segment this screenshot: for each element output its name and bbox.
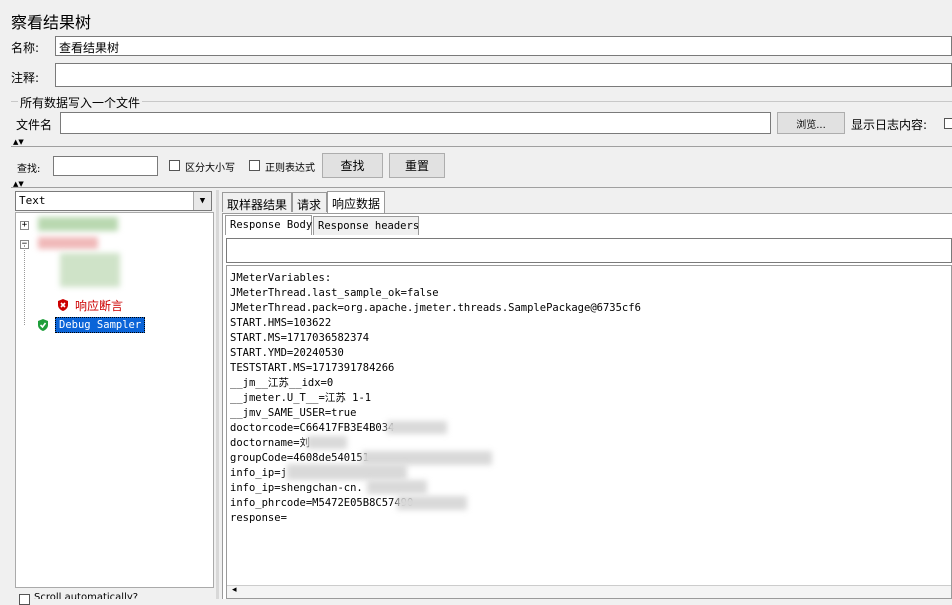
response-line: __jmeter.U_T__=江苏 1-1 bbox=[230, 392, 372, 404]
tree-node-1[interactable]: + bbox=[20, 216, 29, 234]
regex-label: 正则表达式 bbox=[265, 163, 315, 174]
subtab-response-body[interactable]: Response Body bbox=[225, 215, 312, 235]
case-label: 区分大小写 bbox=[185, 163, 235, 174]
horizontal-scrollbar[interactable]: ◂ bbox=[227, 585, 951, 598]
debug-sampler-label: Debug Sampler bbox=[55, 317, 146, 333]
tabs-bar: 取样器结果 请求 响应数据 bbox=[222, 191, 952, 214]
redaction bbox=[387, 421, 447, 434]
response-line: info_ip=shengchan-cn. bbox=[230, 482, 363, 494]
response-line: doctorname=刘 bbox=[230, 437, 311, 449]
tree-item-debug-sampler[interactable]: Debug Sampler bbox=[36, 316, 146, 334]
name-label: 名称: bbox=[11, 41, 40, 55]
expand-icon[interactable]: + bbox=[20, 220, 29, 230]
renderer-select[interactable]: Text ▼ bbox=[15, 191, 212, 211]
log-checkbox[interactable] bbox=[944, 118, 952, 129]
renderer-select-value: Text bbox=[19, 194, 46, 207]
tab-response-data[interactable]: 响应数据 bbox=[327, 191, 385, 213]
search-label: 查找: bbox=[17, 164, 41, 175]
redaction bbox=[367, 480, 427, 494]
browse-button[interactable]: 浏览... bbox=[777, 112, 845, 134]
reset-button[interactable]: 重置 bbox=[389, 153, 445, 178]
panel-title: 察看结果树 bbox=[11, 13, 92, 32]
comment-input[interactable] bbox=[55, 63, 952, 87]
scroll-left-icon[interactable]: ◂ bbox=[232, 585, 237, 595]
name-input[interactable]: 查看结果树 bbox=[55, 36, 952, 56]
response-search-input[interactable] bbox=[226, 238, 952, 263]
regex-checkbox[interactable] bbox=[249, 160, 260, 171]
response-body[interactable]: JMeterVariables: JMeterThread.last_sample… bbox=[226, 265, 952, 599]
scroll-label: Scroll automatically? bbox=[34, 592, 139, 599]
tree-item-assertion[interactable]: 响应断言 bbox=[56, 296, 123, 314]
scroll-checkbox[interactable] bbox=[19, 594, 30, 605]
response-line: JMeterThread.last_sample_ok=false bbox=[230, 287, 439, 299]
result-tree: + − 响应断言 Debug Sampler bbox=[15, 212, 214, 588]
redacted-node-label-2 bbox=[38, 237, 98, 249]
tab-request[interactable]: 请求 bbox=[292, 192, 327, 212]
split-arrows-icon[interactable]: ▲▼ bbox=[13, 139, 24, 146]
chevron-down-icon[interactable]: ▼ bbox=[193, 192, 211, 210]
vertical-splitter[interactable] bbox=[216, 190, 219, 599]
divider-2 bbox=[11, 187, 952, 188]
response-line: TESTSTART.MS=1717391784266 bbox=[230, 362, 395, 374]
response-line: JMeterThread.pack=org.apache.jmeter.thre… bbox=[230, 302, 641, 314]
response-line: START.HMS=103622 bbox=[230, 317, 332, 329]
redaction bbox=[307, 436, 347, 449]
comment-label: 注释: bbox=[11, 71, 40, 85]
subtab-response-headers[interactable]: Response headers bbox=[313, 216, 419, 235]
response-line: __jm__江苏__idx=0 bbox=[230, 377, 334, 389]
divider bbox=[11, 146, 952, 147]
response-line: START.YMD=20240530 bbox=[230, 347, 344, 359]
case-checkbox[interactable] bbox=[169, 160, 180, 171]
error-shield-icon bbox=[58, 299, 68, 311]
redaction bbox=[287, 464, 407, 480]
response-text: JMeterVariables: JMeterThread.last_sample… bbox=[230, 271, 641, 526]
redacted-child-nodes bbox=[60, 253, 120, 287]
log-label: 显示日志内容: bbox=[851, 118, 928, 132]
file-section-legend: 所有数据写入一个文件 bbox=[18, 94, 143, 111]
response-line: JMeterVariables: bbox=[230, 272, 332, 284]
assertion-label: 响应断言 bbox=[75, 298, 124, 313]
redacted-node-label bbox=[38, 217, 118, 231]
success-shield-icon bbox=[38, 319, 48, 331]
search-input[interactable] bbox=[53, 156, 158, 176]
response-line: response= bbox=[230, 512, 287, 524]
tab-sampler-result[interactable]: 取样器结果 bbox=[222, 192, 292, 212]
subtabs-bar: Response Body Response headers bbox=[225, 215, 952, 235]
find-button[interactable]: 查找 bbox=[322, 153, 383, 178]
redaction bbox=[362, 451, 492, 465]
response-line: __jmv_SAME_USER=true bbox=[230, 407, 357, 419]
tree-guide-line bbox=[24, 245, 26, 325]
filename-input[interactable] bbox=[60, 112, 771, 134]
filename-label: 文件名 bbox=[16, 118, 53, 132]
name-input-value: 查看结果树 bbox=[59, 41, 120, 55]
redaction bbox=[397, 496, 467, 510]
response-line: START.MS=1717036582374 bbox=[230, 332, 370, 344]
